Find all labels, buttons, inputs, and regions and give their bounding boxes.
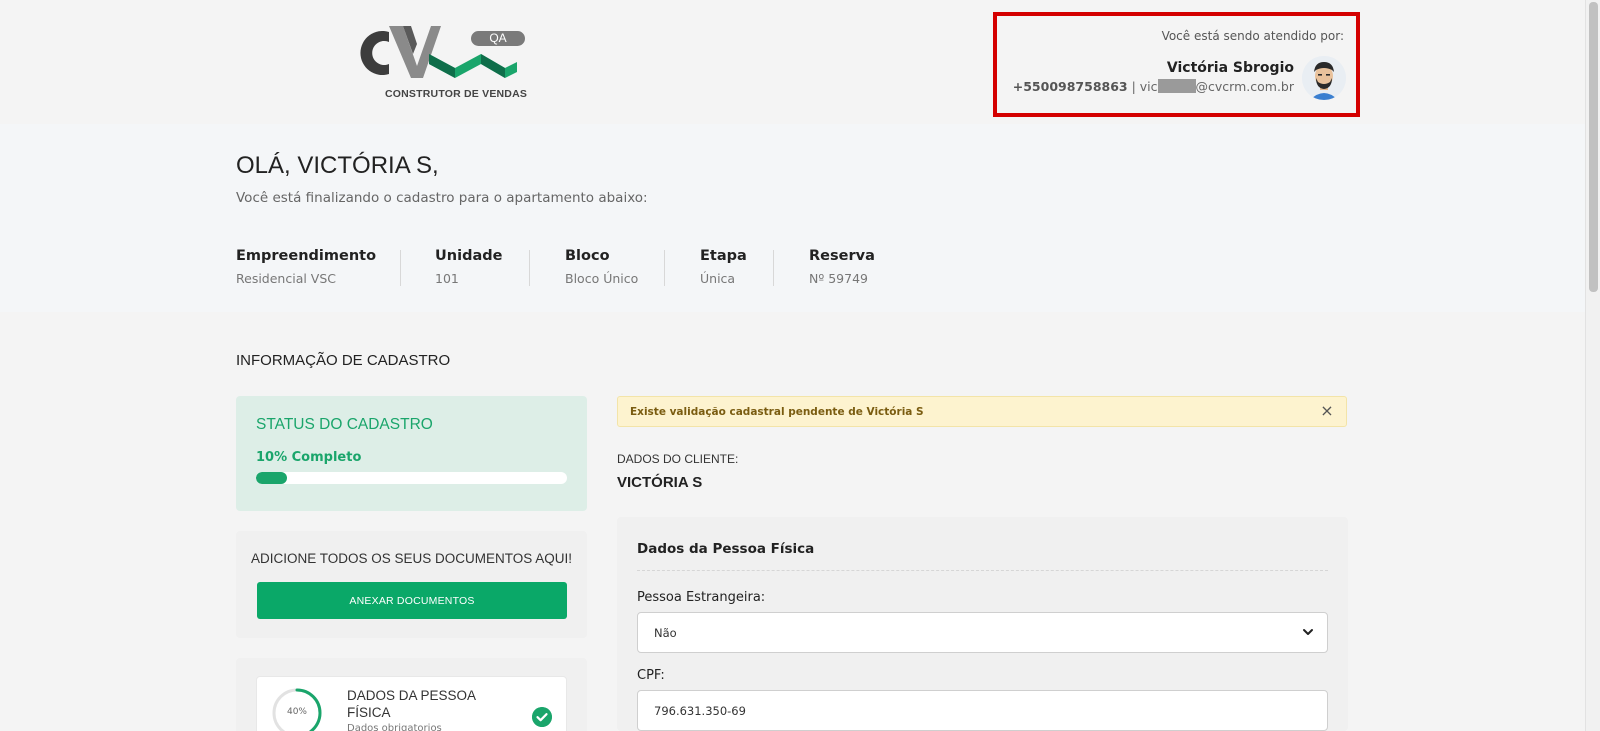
info-label: Reserva [809,248,875,264]
check-circle-icon [532,707,552,727]
page-scrollbar[interactable] [1585,0,1600,731]
status-title: STATUS DO CADASTRO [256,416,433,433]
info-label: Bloco [565,248,610,264]
info-etapa: Etapa Única [700,248,747,288]
status-percent: 10% Completo [256,450,362,465]
info-label: Empreendimento [236,248,377,264]
chevron-down-icon [1303,629,1313,635]
greeting-title: OLÁ, VICTÓRIA S, [236,152,439,179]
attendant-name: Victória Sbrogio [1166,60,1294,76]
attendant-email-prefix: vic [1139,79,1158,94]
status-progress-fill [256,472,288,484]
info-divider [773,250,774,286]
client-name: VICTÓRIA S [617,474,703,491]
step-progress-label: 40% [286,707,307,717]
info-value: Residencial VSC [236,271,337,286]
info-reserva: Reserva Nº 59749 [809,248,875,288]
attendant-avatar [1302,56,1346,100]
pessoa-fisica-form: Dados da Pessoa Física Pessoa Estrangeir… [617,517,1348,731]
info-empreendimento: Empreendimento Residencial VSC [236,248,376,288]
greeting-subtitle: Você está finalizando o cadastro para o … [236,190,648,206]
avatar-person-icon [1302,56,1346,100]
info-label: Etapa [700,248,747,264]
form-title: Dados da Pessoa Física [637,541,815,557]
foreign-person-value: Não [654,626,677,640]
info-divider [400,250,401,286]
attendant-phone[interactable]: +550098758863 [1013,79,1128,94]
status-progress-bar [256,472,567,484]
scrollbar-thumb[interactable] [1589,2,1598,292]
info-bloco: Bloco Bloco Único [565,248,638,288]
step-subtitle: Dados obrigatorios [347,723,442,731]
logo-tagline: CONSTRUTOR DE VENDAS [385,88,528,100]
attendant-box: Você está sendo atendido por: Victória S… [993,12,1360,117]
info-value: 101 [435,271,459,286]
info-value: Nº 59749 [809,271,868,286]
steps-card: 40% DADOS DA PESSOA FÍSICA Dados obrigat… [236,658,587,731]
cpf-label: CPF: [637,668,665,683]
page-header: QA CONSTRUTOR DE VENDAS Você está sendo … [0,0,1585,124]
section-title: INFORMAÇÃO DE CADASTRO [236,352,451,369]
attendant-label: Você está sendo atendido por: [1161,29,1344,43]
info-value: Única [700,271,736,286]
info-label: Unidade [435,248,503,264]
pending-validation-alert: Existe validação cadastral pendente de V… [617,396,1347,427]
cv-logo[interactable]: QA CONSTRUTOR DE VENDAS [345,24,530,104]
attach-documents-button[interactable]: ANEXAR DOCUMENTOS [257,582,567,619]
foreign-person-select[interactable]: Não [637,612,1328,653]
qa-badge: QA [471,31,525,46]
foreign-person-label: Pessoa Estrangeira: [637,590,766,605]
info-unidade: Unidade 101 [435,248,502,288]
documents-card: ADICIONE TODOS OS SEUS DOCUMENTOS AQUI! … [236,531,587,638]
step-item-pessoa-fisica[interactable]: 40% DADOS DA PESSOA FÍSICA Dados obrigat… [256,676,567,731]
info-divider [664,250,665,286]
info-value: Bloco Único [565,271,639,286]
contact-separator: | [1127,79,1140,94]
documents-title: ADICIONE TODOS OS SEUS DOCUMENTOS AQUI! [250,551,573,566]
close-icon[interactable]: × [1318,402,1336,420]
form-divider [637,570,1328,571]
step-name: DADOS DA PESSOA FÍSICA [347,688,476,720]
client-label: DADOS DO CLIENTE: [617,452,739,466]
status-card: STATUS DO CADASTRO 10% Completo [236,396,587,511]
attendant-contact: +550098758863 | vic @cvcrm.com.br [1013,79,1294,94]
info-divider [529,250,530,286]
redaction-mask [1157,79,1196,93]
cpf-input[interactable] [637,690,1328,731]
alert-text: Existe validação cadastral pendente de V… [630,406,924,418]
attendant-email-suffix: @cvcrm.com.br [1195,79,1294,94]
